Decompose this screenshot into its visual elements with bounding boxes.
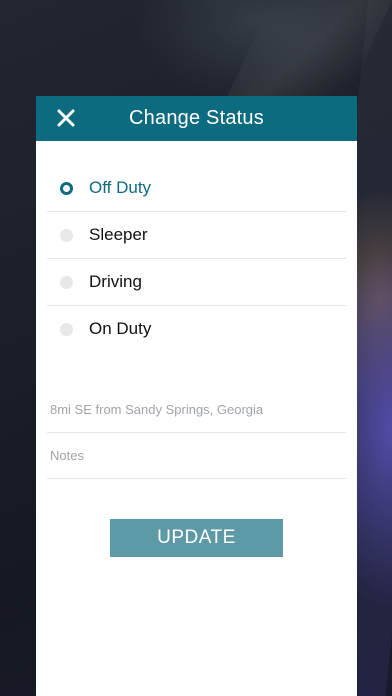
status-label: Driving: [89, 272, 142, 291]
radio-unselected-icon[interactable]: [60, 275, 73, 289]
close-icon: [57, 109, 75, 127]
modal-title: Change Status: [129, 107, 264, 129]
change-status-modal: Change Status Off Duty Sleeper Driving O…: [36, 96, 357, 696]
radio-unselected-icon[interactable]: [60, 228, 73, 242]
close-button[interactable]: [54, 106, 78, 130]
status-option-on-duty[interactable]: On Duty: [47, 306, 346, 352]
status-option-driving[interactable]: Driving: [47, 259, 346, 306]
notes-input[interactable]: [50, 448, 346, 463]
location-field[interactable]: 8mi SE from Sandy Springs, Georgia: [47, 387, 346, 433]
status-label: On Duty: [89, 319, 152, 338]
location-text: 8mi SE from Sandy Springs, Georgia: [50, 402, 264, 417]
status-label: Off Duty: [89, 178, 152, 197]
status-option-sleeper[interactable]: Sleeper: [47, 212, 346, 259]
status-option-off-duty[interactable]: Off Duty: [47, 165, 346, 212]
status-options: Off Duty Sleeper Driving On Duty: [47, 165, 346, 352]
update-button[interactable]: UPDATE: [110, 519, 283, 557]
radio-selected-icon[interactable]: [60, 181, 73, 195]
radio-unselected-icon[interactable]: [60, 322, 73, 336]
notes-field[interactable]: [47, 433, 346, 479]
modal-header: Change Status: [36, 96, 357, 141]
status-label: Sleeper: [89, 225, 148, 244]
